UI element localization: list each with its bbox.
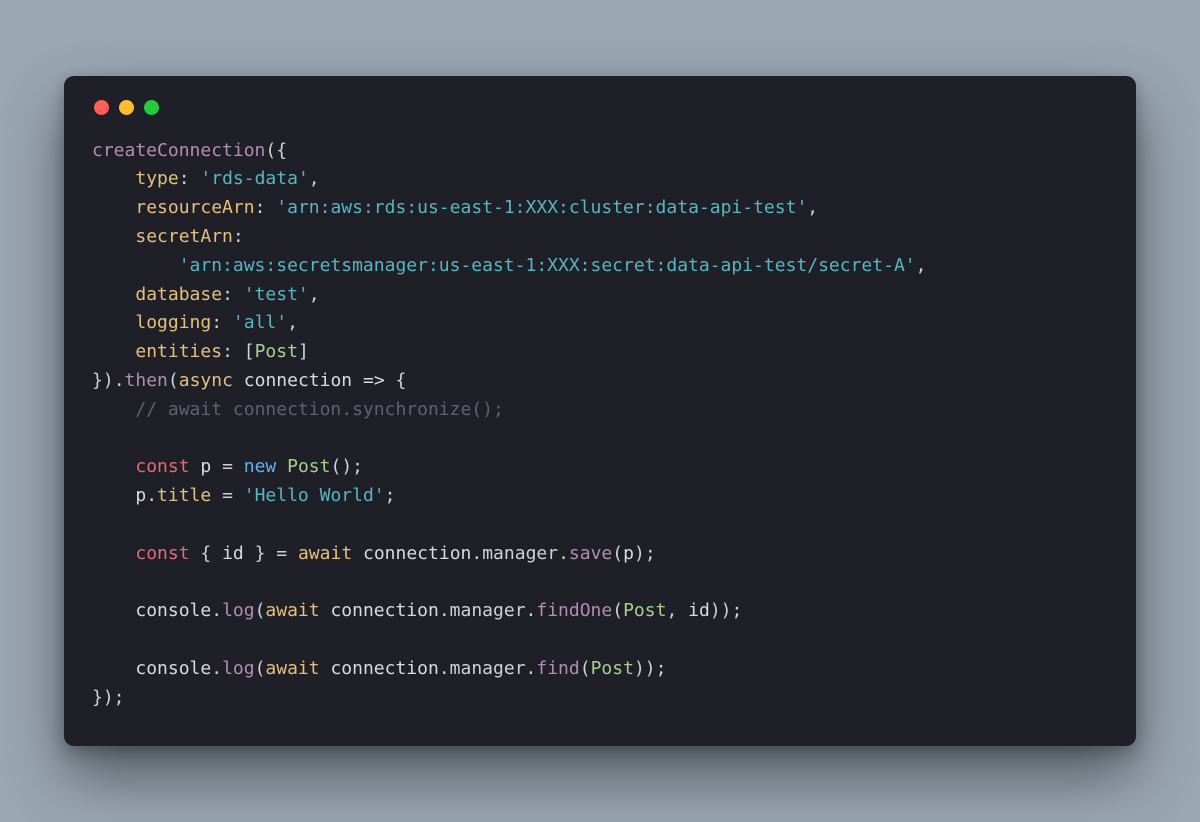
method-find: find xyxy=(536,658,579,679)
param-connection: connection xyxy=(244,370,352,391)
val-secretArn: 'arn:aws:secretsmanager:us-east-1:XXX:se… xyxy=(179,255,916,276)
prop-type: type xyxy=(135,168,178,189)
prop-database: database xyxy=(135,284,222,305)
zoom-icon[interactable] xyxy=(144,100,159,115)
prop-resourceArn: resourceArn xyxy=(135,197,254,218)
code-block: createConnection({ type: 'rds-data', res… xyxy=(92,137,1108,713)
code-window: createConnection({ type: 'rds-data', res… xyxy=(64,76,1136,747)
traffic-lights xyxy=(92,98,1108,115)
prop-title: title xyxy=(157,485,211,506)
val-resourceArn: 'arn:aws:rds:us-east-1:XXX:cluster:data-… xyxy=(276,197,807,218)
val-type: 'rds-data' xyxy=(200,168,308,189)
val-database: 'test' xyxy=(244,284,309,305)
class-post: Post xyxy=(287,456,330,477)
kw-const: const xyxy=(135,456,189,477)
prop-entities: entities xyxy=(135,341,222,362)
kw-async: async xyxy=(179,370,233,391)
var-p: p xyxy=(200,456,211,477)
str-hello: 'Hello World' xyxy=(244,485,385,506)
kw-new: new xyxy=(244,456,277,477)
method-then: then xyxy=(125,370,168,391)
prop-secretArn: secretArn xyxy=(135,226,233,247)
method-log: log xyxy=(222,600,255,621)
var-id: id xyxy=(222,543,244,564)
method-findOne: findOne xyxy=(536,600,612,621)
console: console xyxy=(135,600,211,621)
val-logging: 'all' xyxy=(233,312,287,333)
method-log: log xyxy=(222,658,255,679)
method-save: save xyxy=(569,543,612,564)
kw-await: await xyxy=(265,658,319,679)
kw-await: await xyxy=(298,543,352,564)
close-icon[interactable] xyxy=(94,100,109,115)
console: console xyxy=(135,658,211,679)
prop-logging: logging xyxy=(135,312,211,333)
minimize-icon[interactable] xyxy=(119,100,134,115)
comment-sync: // await connection.synchronize(); xyxy=(135,399,503,420)
fn-createConnection: createConnection xyxy=(92,140,265,161)
class-post: Post xyxy=(255,341,298,362)
kw-await: await xyxy=(265,600,319,621)
kw-const: const xyxy=(135,543,189,564)
